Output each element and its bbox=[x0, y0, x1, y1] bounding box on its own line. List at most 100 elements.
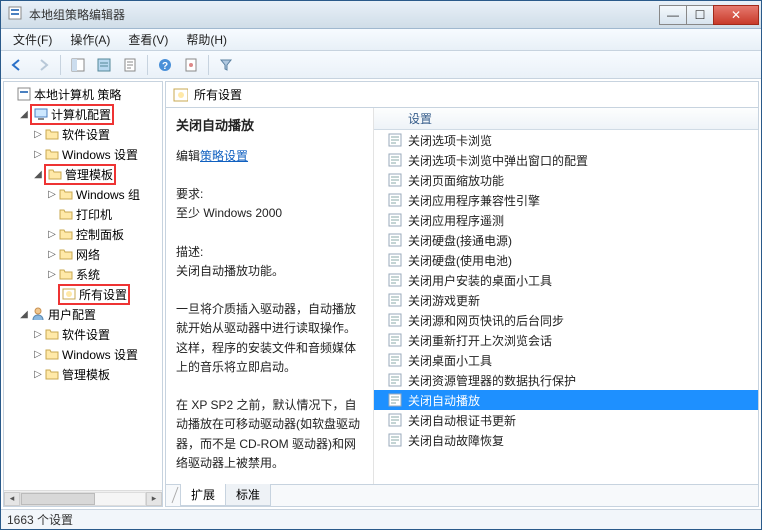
close-button[interactable]: ✕ bbox=[713, 5, 759, 25]
expand-icon[interactable]: ▷ bbox=[32, 329, 44, 340]
export-button[interactable] bbox=[118, 53, 142, 77]
expand-icon[interactable]: ▷ bbox=[46, 189, 58, 200]
settings-row[interactable]: 关闭源和网页快讯的后台同步 bbox=[374, 310, 758, 330]
menu-file[interactable]: 文件(F) bbox=[5, 29, 60, 50]
tree-network[interactable]: ▷ 网络 bbox=[4, 244, 162, 264]
computer-icon bbox=[33, 106, 49, 122]
properties-button[interactable] bbox=[92, 53, 116, 77]
folder-icon bbox=[58, 226, 74, 242]
tree-root[interactable]: 本地计算机 策略 bbox=[4, 84, 162, 104]
settings-row[interactable]: 关闭自动播放 bbox=[374, 390, 758, 410]
tree-computer-config[interactable]: ◢ 计算机配置 bbox=[4, 104, 162, 124]
expand-icon[interactable]: ▷ bbox=[46, 269, 58, 280]
tabs: 扩展 标准 bbox=[166, 484, 758, 506]
policy-item-icon bbox=[388, 333, 402, 347]
expand-icon[interactable]: ▷ bbox=[46, 229, 58, 240]
settings-row[interactable]: 关闭桌面小工具 bbox=[374, 350, 758, 370]
tree-hscroll[interactable]: ◂▸ bbox=[4, 490, 162, 506]
settings-row[interactable]: 关闭应用程序兼容性引擎 bbox=[374, 190, 758, 210]
menubar: 文件(F) 操作(A) 查看(V) 帮助(H) bbox=[1, 29, 761, 51]
description-text: 关闭自动播放功能。 bbox=[176, 262, 363, 281]
tree-user-windows[interactable]: ▷ Windows 设置 bbox=[4, 344, 162, 364]
settings-row-label: 关闭资源管理器的数据执行保护 bbox=[408, 372, 576, 389]
folder-icon bbox=[58, 206, 74, 222]
options-button[interactable] bbox=[179, 53, 203, 77]
tree-software-settings[interactable]: ▷ 软件设置 bbox=[4, 124, 162, 144]
list-column-header[interactable]: 设置 bbox=[374, 108, 758, 130]
policy-item-icon bbox=[388, 313, 402, 327]
description-text: 一旦将介质插入驱动器，自动播放就开始从驱动器中进行读取操作。这样，程序的安装文件… bbox=[176, 300, 363, 377]
settings-row[interactable]: 关闭硬盘(使用电池) bbox=[374, 250, 758, 270]
settings-list[interactable]: 关闭选项卡浏览关闭选项卡浏览中弹出窗口的配置关闭页面缩放功能关闭应用程序兼容性引… bbox=[374, 130, 758, 484]
tree-system[interactable]: ▷ 系统 bbox=[4, 264, 162, 284]
tab-expand[interactable]: 扩展 bbox=[180, 484, 226, 506]
policy-item-icon bbox=[388, 193, 402, 207]
settings-row[interactable]: 关闭自动根证书更新 bbox=[374, 410, 758, 430]
svg-text:?: ? bbox=[162, 61, 168, 72]
settings-row[interactable]: 关闭游戏更新 bbox=[374, 290, 758, 310]
settings-row-label: 关闭自动根证书更新 bbox=[408, 412, 516, 429]
menu-action[interactable]: 操作(A) bbox=[62, 29, 118, 50]
expand-icon[interactable]: ▷ bbox=[32, 369, 44, 380]
menu-help[interactable]: 帮助(H) bbox=[178, 29, 235, 50]
settings-row[interactable]: 关闭选项卡浏览中弹出窗口的配置 bbox=[374, 150, 758, 170]
settings-icon bbox=[61, 286, 77, 302]
policy-item-icon bbox=[388, 393, 402, 407]
folder-icon bbox=[47, 166, 63, 182]
collapse-icon[interactable]: ◢ bbox=[32, 169, 44, 180]
tree-windows-components[interactable]: ▷ Windows 组 bbox=[4, 184, 162, 204]
status-text: 1663 个设置 bbox=[7, 511, 73, 528]
edit-policy-link[interactable]: 策略设置 bbox=[200, 149, 248, 163]
settings-row-label: 关闭硬盘(使用电池) bbox=[408, 252, 512, 269]
settings-row-label: 关闭自动故障恢复 bbox=[408, 432, 504, 449]
collapse-icon[interactable]: ◢ bbox=[18, 109, 30, 120]
tree-printers[interactable]: 打印机 bbox=[4, 204, 162, 224]
tree-user-software[interactable]: ▷ 软件设置 bbox=[4, 324, 162, 344]
settings-row[interactable]: 关闭页面缩放功能 bbox=[374, 170, 758, 190]
settings-row[interactable]: 关闭应用程序遥测 bbox=[374, 210, 758, 230]
settings-row-label: 关闭自动播放 bbox=[408, 392, 480, 409]
minimize-button[interactable]: — bbox=[659, 5, 687, 25]
settings-row[interactable]: 关闭重新打开上次浏览会话 bbox=[374, 330, 758, 350]
expand-icon[interactable]: ▷ bbox=[32, 349, 44, 360]
folder-icon bbox=[44, 326, 60, 342]
tree-user-config[interactable]: ◢ 用户配置 bbox=[4, 304, 162, 324]
expand-icon[interactable]: ▷ bbox=[46, 249, 58, 260]
back-button[interactable] bbox=[5, 53, 29, 77]
folder-icon bbox=[44, 146, 60, 162]
settings-row[interactable]: 关闭用户安装的桌面小工具 bbox=[374, 270, 758, 290]
tree-all-settings[interactable]: 所有设置 bbox=[4, 284, 162, 304]
settings-row-label: 关闭用户安装的桌面小工具 bbox=[408, 272, 552, 289]
settings-row-label: 关闭选项卡浏览中弹出窗口的配置 bbox=[408, 152, 588, 169]
description-label: 描述: bbox=[176, 243, 363, 262]
requirement-value: 至少 Windows 2000 bbox=[176, 204, 363, 223]
detail-title: 关闭自动播放 bbox=[176, 116, 363, 137]
tab-standard[interactable]: 标准 bbox=[225, 484, 271, 506]
policy-item-icon bbox=[388, 133, 402, 147]
settings-row[interactable]: 关闭资源管理器的数据执行保护 bbox=[374, 370, 758, 390]
show-hide-tree-button[interactable] bbox=[66, 53, 90, 77]
tree-user-admin[interactable]: ▷ 管理模板 bbox=[4, 364, 162, 384]
expand-icon[interactable]: ▷ bbox=[32, 129, 44, 140]
tree-admin-templates[interactable]: ◢ 管理模板 bbox=[4, 164, 162, 184]
forward-button[interactable] bbox=[31, 53, 55, 77]
expand-icon[interactable]: ▷ bbox=[32, 149, 44, 160]
tree-control-panel[interactable]: ▷ 控制面板 bbox=[4, 224, 162, 244]
folder-icon bbox=[44, 346, 60, 362]
policy-item-icon bbox=[388, 353, 402, 367]
titlebar[interactable]: 本地组策略编辑器 — ☐ ✕ bbox=[1, 1, 761, 29]
right-title: 所有设置 bbox=[194, 86, 242, 103]
help-button[interactable]: ? bbox=[153, 53, 177, 77]
policy-item-icon bbox=[388, 253, 402, 267]
tree-pane[interactable]: 本地计算机 策略 ◢ 计算机配置 ▷ 软件设置 ▷ W bbox=[3, 81, 163, 507]
filter-button[interactable] bbox=[214, 53, 238, 77]
maximize-button[interactable]: ☐ bbox=[686, 5, 714, 25]
requirement-label: 要求: bbox=[176, 185, 363, 204]
collapse-icon[interactable]: ◢ bbox=[18, 309, 30, 320]
settings-row[interactable]: 关闭自动故障恢复 bbox=[374, 430, 758, 450]
settings-row[interactable]: 关闭选项卡浏览 bbox=[374, 130, 758, 150]
tree-windows-settings[interactable]: ▷ Windows 设置 bbox=[4, 144, 162, 164]
settings-row[interactable]: 关闭硬盘(接通电源) bbox=[374, 230, 758, 250]
menu-view[interactable]: 查看(V) bbox=[120, 29, 176, 50]
description-text: 在 XP SP2 之前，默认情况下，自动播放在可移动驱动器(如软盘驱动器，而不是… bbox=[176, 396, 363, 473]
